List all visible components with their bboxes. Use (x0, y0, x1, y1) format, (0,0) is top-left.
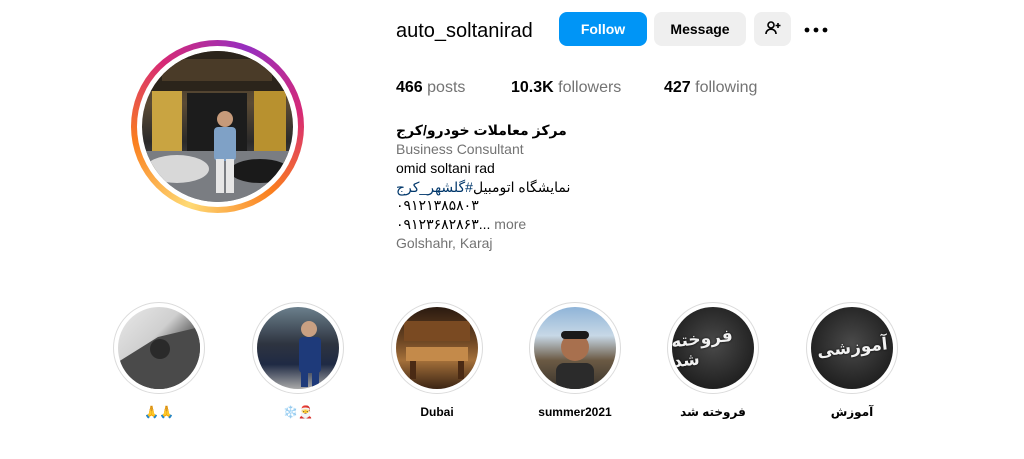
options-button[interactable] (801, 16, 831, 42)
highlight-label: آموزش (830, 405, 874, 419)
bio-line-name: omid soltani rad (396, 160, 495, 176)
highlight-label: Dubai (420, 405, 454, 419)
following-link[interactable]: 427 following (664, 78, 757, 98)
highlight-label: ❄️🎅 (283, 405, 313, 419)
highlight-cover (118, 307, 200, 389)
highlight-cover (257, 307, 339, 389)
highlight-cover-ring (113, 302, 205, 394)
highlight-cover-ring: آموزشی (806, 302, 898, 394)
highlight-cover (534, 307, 616, 389)
highlight-item[interactable]: ❄️🎅 (252, 302, 344, 420)
following-value: 427 (664, 79, 691, 96)
following-label: following (695, 79, 758, 96)
highlight-cover-ring (391, 302, 483, 394)
highlight-cover: فروخته شد (672, 307, 754, 389)
highlight-cover (396, 307, 478, 389)
bio-location: Golshahr, Karaj (396, 235, 493, 251)
bio-showroom-text: نمایشگاه اتومبیل (472, 179, 571, 195)
bio-hashtag-link[interactable]: #گلشهر_کرج (396, 179, 473, 195)
highlight-label: summer2021 (538, 405, 612, 419)
message-button[interactable]: Message (654, 12, 746, 46)
followers-value: 10.3K (511, 79, 554, 96)
highlight-cover-ring: فروخته شد (667, 302, 759, 394)
highlight-cover-ring (529, 302, 621, 394)
highlight-cover-text: فروخته شد (672, 325, 734, 373)
avatar[interactable] (142, 51, 293, 202)
avatar-photo-art (142, 51, 293, 202)
highlight-label: فروخته شد (680, 405, 746, 419)
highlight-cover: آموزشی (811, 307, 893, 389)
profile-username: auto_soltanirad (396, 20, 533, 42)
bio-phone-1: ۰۹۱۲۱۳۸۵۸۰۳ (396, 197, 479, 213)
highlight-item[interactable]: Dubai (391, 302, 483, 420)
posts-label: posts (427, 79, 466, 96)
profile-avatar-ring[interactable] (131, 40, 304, 213)
bio-display-name: مرکز معاملات خودرو/کرج (396, 122, 567, 138)
posts-count: 466 posts (396, 78, 465, 98)
highlight-item[interactable]: فروخته شد فروخته شد (667, 302, 759, 420)
bio-more-link[interactable]: more (494, 216, 526, 232)
person-add-icon (764, 20, 781, 39)
highlight-item[interactable]: آموزشی آموزش (806, 302, 898, 420)
avatar-border (137, 46, 298, 207)
more-dots-icon (804, 20, 828, 38)
highlight-item[interactable]: summer2021 (529, 302, 621, 420)
followers-link[interactable]: 10.3K followers (511, 78, 621, 98)
highlight-item[interactable]: 🙏🙏 (113, 302, 205, 420)
bio-phone-2-line: ۰۹۱۲۳۶۸۲۸۶۳... more (396, 215, 526, 234)
suggested-accounts-button[interactable] (754, 12, 791, 46)
highlight-cover-ring (252, 302, 344, 394)
bio-phone-2: ۰۹۱۲۳۶۸۲۸۶۳... (396, 216, 491, 232)
highlight-label: 🙏🙏 (144, 405, 174, 419)
highlight-cover-text: آموزشی (815, 334, 889, 362)
posts-value: 466 (396, 79, 423, 96)
bio-line-showroom: نمایشگاه اتومبیل#گلشهر_کرج (396, 178, 570, 197)
followers-label: followers (558, 79, 622, 96)
follow-button[interactable]: Follow (559, 12, 647, 46)
bio-category: Business Consultant (396, 141, 524, 157)
